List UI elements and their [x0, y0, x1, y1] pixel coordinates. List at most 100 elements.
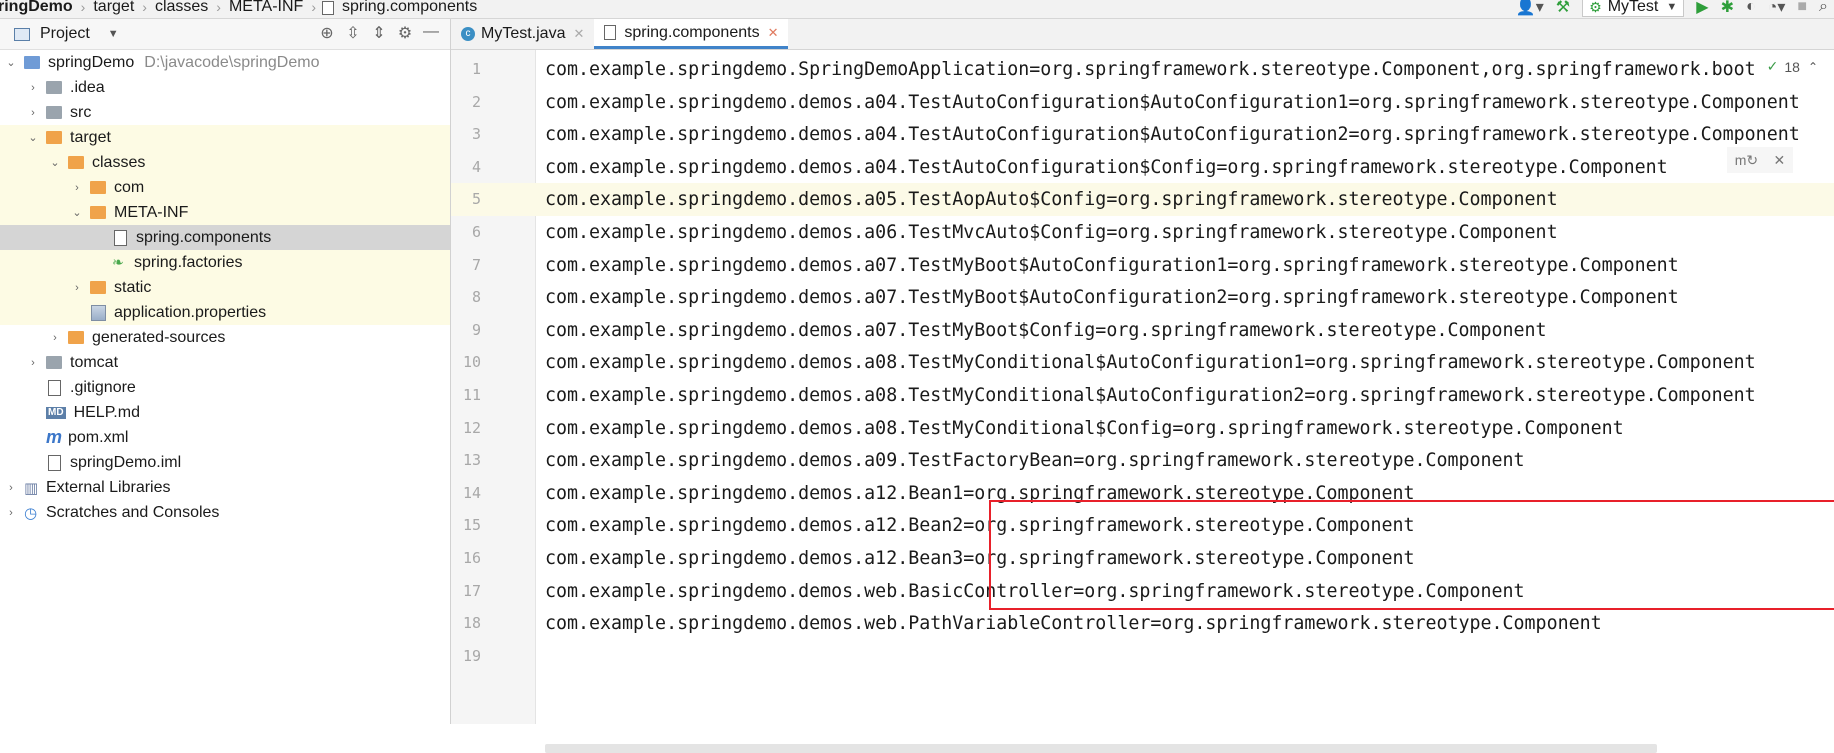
- chevron-down-icon[interactable]: ⌄: [4, 56, 18, 69]
- code-line[interactable]: 4 com.example.springdemo.demos.a04.TestAu…: [451, 151, 1834, 184]
- chevron-up-icon[interactable]: ⌃: [1808, 60, 1818, 74]
- stop-icon[interactable]: ■: [1797, 0, 1807, 16]
- search-icon[interactable]: ⌕: [1819, 0, 1828, 16]
- maven-reload-icon[interactable]: m↻: [1735, 152, 1758, 169]
- chevron-down-icon[interactable]: ⌄: [26, 131, 40, 144]
- code-line[interactable]: 7 com.example.springdemo.demos.a07.TestMy…: [451, 249, 1834, 282]
- code-line[interactable]: 3 com.example.springdemo.demos.a04.TestAu…: [451, 118, 1834, 151]
- line-number: 16: [462, 548, 481, 567]
- gear-icon[interactable]: ⚙: [392, 23, 418, 43]
- tree-item-label: com: [114, 178, 145, 196]
- chevron-down-icon[interactable]: ▼: [108, 28, 119, 40]
- tree-item-path: D:\javacode\springDemo: [144, 53, 320, 71]
- code-line[interactable]: 6 com.example.springdemo.demos.a06.TestMv…: [451, 216, 1834, 249]
- code-line-text: com.example.springdemo.demos.a07.TestMyB…: [545, 254, 1679, 276]
- tree-item[interactable]: spring.components: [0, 225, 450, 250]
- chevron-down-icon[interactable]: ⌄: [48, 156, 62, 169]
- tree-item[interactable]: › ▥ External Libraries: [0, 475, 450, 500]
- tree-item[interactable]: › com: [0, 175, 450, 200]
- folder-icon: [46, 106, 62, 119]
- code-line[interactable]: 19: [451, 640, 1834, 673]
- toolbar: 👤▾ ⚒ ⚙ MyTest ▼ ▶ ✱ ◐ ◔▾ ■ ⌕: [1510, 0, 1834, 18]
- chevron-right-icon[interactable]: ›: [4, 507, 18, 519]
- tree-item[interactable]: › ◷ Scratches and Consoles: [0, 500, 450, 525]
- code-line[interactable]: 18 com.example.springdemo.demos.web.PathV…: [451, 607, 1834, 640]
- folder-icon: [46, 81, 62, 94]
- tree-item[interactable]: › src: [0, 100, 450, 125]
- project-tree: ⌄ springDemo D:\javacode\springDemo › .idea ›…: [0, 50, 450, 525]
- code-line[interactable]: 12 com.example.springdemo.demos.a08.TestM…: [451, 412, 1834, 445]
- breadcrumb: ringDemo › target › classes › META-INF ›…: [0, 0, 479, 18]
- tree-item[interactable]: MD HELP.md: [0, 400, 450, 425]
- user-icon[interactable]: 👤▾: [1516, 0, 1544, 17]
- code-editor[interactable]: 1 com.example.springdemo.SpringDemoApplic…: [451, 50, 1834, 753]
- coverage-icon[interactable]: ◐: [1746, 0, 1756, 16]
- breadcrumb-classes[interactable]: classes: [153, 0, 210, 16]
- project-view-selector[interactable]: Project: [40, 25, 90, 43]
- excluded-folder-icon: [90, 206, 106, 219]
- code-line[interactable]: 9 com.example.springdemo.demos.a07.TestMy…: [451, 314, 1834, 347]
- chevron-right-icon[interactable]: ›: [26, 82, 40, 94]
- tree-item[interactable]: › tomcat: [0, 350, 450, 375]
- editor-area: c MyTest.java ✕ spring.components ✕ 1 com…: [451, 19, 1834, 753]
- collapse-all-icon[interactable]: ⇕: [366, 23, 392, 43]
- tab-spring-components[interactable]: spring.components ✕: [594, 19, 789, 49]
- tree-item[interactable]: ⌄ springDemo D:\javacode\springDemo: [0, 50, 450, 75]
- tree-item[interactable]: ⌄ META-INF: [0, 200, 450, 225]
- code-line[interactable]: 2 com.example.springdemo.demos.a04.TestAu…: [451, 86, 1834, 119]
- chevron-down-icon[interactable]: ⌄: [70, 206, 84, 219]
- chevron-right-icon[interactable]: ›: [48, 332, 62, 344]
- code-line-text: com.example.springdemo.demos.a07.TestMyB…: [545, 287, 1679, 309]
- code-line[interactable]: 1 com.example.springdemo.SpringDemoApplic…: [451, 53, 1834, 86]
- chevron-right-icon[interactable]: ›: [4, 482, 18, 494]
- tree-item[interactable]: application.properties: [0, 300, 450, 325]
- line-number: 6: [471, 222, 481, 241]
- code-line-text: com.example.springdemo.demos.web.PathVar…: [545, 613, 1602, 635]
- tree-item[interactable]: › .idea: [0, 75, 450, 100]
- debug-icon[interactable]: ✱: [1721, 0, 1734, 17]
- run-configuration-label: MyTest: [1607, 0, 1659, 15]
- breadcrumb-project[interactable]: ringDemo: [0, 0, 75, 16]
- tree-item[interactable]: .gitignore: [0, 375, 450, 400]
- close-icon[interactable]: ✕: [573, 26, 584, 42]
- hide-panel-icon[interactable]: —: [418, 23, 444, 43]
- breadcrumb-target[interactable]: target: [91, 0, 136, 16]
- chevron-right-icon[interactable]: ›: [70, 182, 84, 194]
- code-line[interactable]: 8 com.example.springdemo.demos.a07.TestMy…: [451, 281, 1834, 314]
- tree-item[interactable]: › generated-sources: [0, 325, 450, 350]
- tree-item[interactable]: ⌄ target: [0, 125, 450, 150]
- code-line-text: com.example.springdemo.demos.a09.TestFac…: [545, 450, 1525, 472]
- run-icon[interactable]: ▶: [1696, 0, 1708, 17]
- tab-mytest-java[interactable]: c MyTest.java ✕: [451, 19, 594, 49]
- tree-item-label: application.properties: [114, 303, 267, 321]
- tree-item-label: springDemo: [48, 53, 135, 71]
- code-line[interactable]: 13 com.example.springdemo.demos.a09.TestF…: [451, 444, 1834, 477]
- breadcrumb-file[interactable]: spring.components: [340, 0, 479, 16]
- tree-item[interactable]: ⌄ classes: [0, 150, 450, 175]
- code-line[interactable]: 5 com.example.springdemo.demos.a05.TestAo…: [451, 183, 1834, 216]
- line-number: 12: [462, 418, 481, 437]
- expand-all-icon[interactable]: ⇳: [340, 23, 366, 43]
- run-configuration-select[interactable]: ⚙ MyTest ▼: [1582, 0, 1685, 17]
- line-number: 13: [462, 451, 481, 470]
- close-icon[interactable]: ✕: [1774, 152, 1786, 169]
- breadcrumb-separator: ›: [216, 0, 221, 15]
- chevron-right-icon[interactable]: ›: [70, 282, 84, 294]
- build-hammer-icon[interactable]: ⚒: [1556, 0, 1570, 17]
- line-number: 11: [462, 385, 481, 404]
- breadcrumb-meta-inf[interactable]: META-INF: [227, 0, 305, 16]
- locate-file-icon[interactable]: ⊕: [314, 23, 340, 43]
- tree-item[interactable]: ❧ spring.factories: [0, 250, 450, 275]
- tree-item[interactable]: › static: [0, 275, 450, 300]
- chevron-right-icon[interactable]: ›: [26, 107, 40, 119]
- chevron-right-icon[interactable]: ›: [26, 357, 40, 369]
- inspection-widget[interactable]: ✓ 18 ⌃: [1767, 58, 1818, 75]
- profile-icon[interactable]: ◔▾: [1768, 0, 1786, 17]
- tree-item[interactable]: springDemo.iml: [0, 450, 450, 475]
- horizontal-scrollbar[interactable]: [545, 744, 1657, 753]
- tree-item[interactable]: m pom.xml: [0, 425, 450, 450]
- breadcrumb-separator: ›: [311, 0, 316, 15]
- code-line[interactable]: 11 com.example.springdemo.demos.a08.TestM…: [451, 379, 1834, 412]
- close-icon[interactable]: ✕: [768, 25, 779, 41]
- code-line[interactable]: 10 com.example.springdemo.demos.a08.TestM…: [451, 346, 1834, 379]
